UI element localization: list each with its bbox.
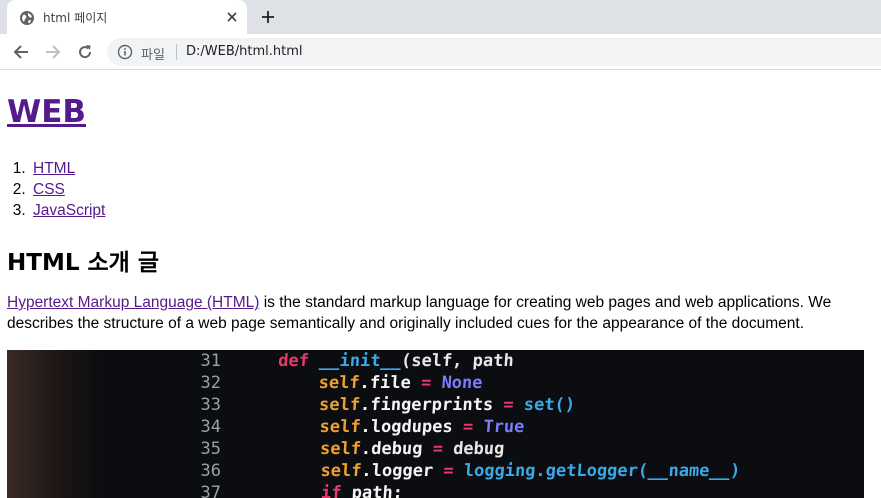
nav-link-html[interactable]: HTML: [33, 160, 75, 177]
reload-button[interactable]: [75, 42, 95, 62]
monitor-bezel: [7, 350, 102, 498]
tab-title: html 페이지: [43, 11, 108, 25]
list-item: JavaScript: [30, 200, 105, 221]
code-text: def __init__(self, path self.file = None s…: [268, 350, 748, 498]
code-token: .debug: [360, 439, 434, 459]
code-token: =: [431, 439, 454, 459]
code-token: path:: [351, 483, 404, 498]
nav-list: HTML CSS JavaScript: [30, 158, 105, 221]
line-number: 32: [200, 373, 221, 393]
code-token: .logger: [360, 461, 445, 481]
page-heading: WEB: [7, 94, 86, 130]
back-button[interactable]: [11, 42, 31, 62]
code-token: True: [482, 417, 526, 437]
forward-button[interactable]: [43, 42, 63, 62]
code-token: debug: [452, 439, 506, 459]
code-token: self: [317, 373, 361, 393]
code-token: set(): [523, 395, 576, 415]
line-number: 37: [200, 483, 221, 498]
nav-link-css[interactable]: CSS: [33, 181, 65, 198]
globe-icon: [19, 10, 35, 26]
section-title: HTML 소개 글: [7, 250, 159, 276]
code-token: if: [320, 483, 353, 498]
list-item: CSS: [30, 179, 105, 200]
code-token: .fingerprints: [359, 395, 505, 415]
code-line: self.fingerprints = set(): [274, 394, 745, 416]
address-divider: [176, 44, 177, 60]
code-line: self.debug = debug: [271, 438, 742, 460]
new-tab-button[interactable]: [259, 8, 277, 26]
code-token: def: [277, 351, 320, 371]
code-token: =: [420, 373, 443, 393]
code-token: __init__: [318, 351, 402, 371]
code-token: .file: [358, 373, 422, 393]
line-number-gutter: 31 32 33 34 35 36 37: [177, 350, 221, 498]
intro-text-line2: describes the structure of a web page se…: [7, 315, 805, 332]
intro-paragraph: Hypertext Markup Language (HTML) is the …: [7, 292, 881, 334]
code-token: =: [442, 461, 465, 481]
code-token: .logdupes: [359, 417, 464, 437]
code-line: self.file = None: [276, 372, 747, 394]
intro-link[interactable]: Hypertext Markup Language (HTML): [7, 294, 259, 311]
line-number: 35: [200, 439, 221, 459]
code-token: self: [319, 461, 363, 481]
active-tab[interactable]: html 페이지: [7, 0, 247, 34]
browser-toolbar: 파일 D:/WEB/html.html: [0, 34, 881, 70]
code-line: self.logger = logging.getLogger(__name__…: [270, 460, 741, 482]
code-line: def __init__(self, path: [277, 350, 748, 372]
line-number: 33: [200, 395, 221, 415]
line-number: 31: [200, 351, 221, 371]
nav-link-javascript[interactable]: JavaScript: [33, 202, 105, 219]
heading-link[interactable]: WEB: [7, 94, 86, 130]
code-line: self.logdupes = True: [273, 416, 744, 438]
page-content: WEB HTML CSS JavaScript HTML 소개 글 Hypert…: [0, 71, 881, 498]
address-url[interactable]: D:/WEB/html.html: [186, 44, 303, 59]
code-token: self: [318, 395, 361, 415]
address-bar[interactable]: 파일 D:/WEB/html.html: [107, 38, 881, 66]
close-icon[interactable]: [224, 9, 240, 25]
code-screenshot-image: 31 32 33 34 35 36 37 def __init__(self, path se…: [7, 350, 864, 498]
list-item: HTML: [30, 158, 105, 179]
intro-text-line1: is the standard markup language for crea…: [259, 294, 832, 311]
code-token: self: [318, 417, 362, 437]
line-number: 36: [200, 461, 221, 481]
line-number: 34: [200, 417, 221, 437]
code-token: None: [440, 373, 484, 393]
info-icon[interactable]: [117, 44, 133, 60]
code-token: =: [462, 417, 485, 437]
code-line: if path:: [268, 482, 739, 498]
address-scheme-label: 파일: [141, 48, 165, 63]
code-token: self: [319, 439, 362, 459]
code-token: (self, path: [400, 351, 515, 371]
tab-strip: html 페이지: [0, 0, 881, 34]
code-token: =: [502, 395, 525, 415]
code-token: logging.getLogger(__name__): [463, 461, 741, 481]
